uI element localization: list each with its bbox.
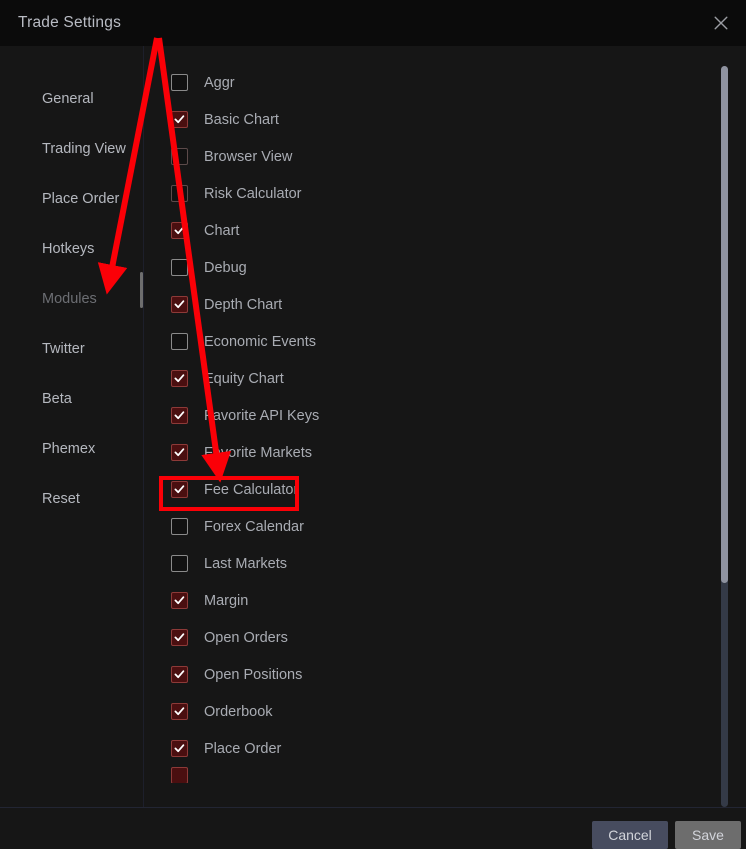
sidebar-item-label: Beta xyxy=(42,391,72,407)
module-row-last-markets[interactable]: Last Markets xyxy=(143,545,746,582)
module-row-margin[interactable]: Margin xyxy=(143,582,746,619)
module-row-chart[interactable]: Chart xyxy=(143,212,746,249)
module-row-depth-chart[interactable]: Depth Chart xyxy=(143,286,746,323)
sidebar-item-twitter[interactable]: Twitter xyxy=(0,324,143,374)
dialog-titlebar: Trade Settings xyxy=(0,0,746,46)
module-label: Depth Chart xyxy=(204,296,283,313)
module-row-favorite-markets[interactable]: Favorite Markets xyxy=(143,434,746,471)
dialog-title: Trade Settings xyxy=(18,14,122,31)
checkbox-checked-icon[interactable] xyxy=(171,481,188,498)
close-icon[interactable] xyxy=(706,8,736,38)
module-row-risk-calculator[interactable]: Risk Calculator xyxy=(143,175,746,212)
checkbox-checked-icon[interactable] xyxy=(171,444,188,461)
module-label: Equity Chart xyxy=(204,370,284,387)
module-row-equity-chart[interactable]: Equity Chart xyxy=(143,360,746,397)
modules-list: Aggr Basic Chart Browser View Risk Calculat… xyxy=(143,46,746,807)
checkbox-checked-icon[interactable] xyxy=(171,740,188,757)
sidebar-item-trading-view[interactable]: Trading View xyxy=(0,124,143,174)
module-row-open-orders[interactable]: Open Orders xyxy=(143,619,746,656)
sidebar-item-beta[interactable]: Beta xyxy=(0,374,143,424)
module-row-basic-chart[interactable]: Basic Chart xyxy=(143,101,746,138)
module-row-fee-calculator[interactable]: Fee Calculator xyxy=(143,471,746,508)
module-label: Open Positions xyxy=(204,666,303,683)
sidebar-item-label: Modules xyxy=(42,291,97,307)
module-label: Open Orders xyxy=(204,629,288,646)
sidebar-item-modules[interactable]: Modules xyxy=(0,274,143,324)
module-label: Forex Calendar xyxy=(204,518,304,535)
checkbox-checked-icon[interactable] xyxy=(171,370,188,387)
checkbox-checked-icon[interactable] xyxy=(171,592,188,609)
sidebar-item-place-order[interactable]: Place Order xyxy=(0,174,143,224)
module-label: Last Markets xyxy=(204,555,287,572)
sidebar-item-label: Trading View xyxy=(42,141,126,157)
sidebar-item-general[interactable]: General xyxy=(0,74,143,124)
modules-scrollbar-thumb[interactable] xyxy=(721,66,728,583)
sidebar-item-hotkeys[interactable]: Hotkeys xyxy=(0,224,143,274)
checkbox-checked-icon[interactable] xyxy=(171,767,188,783)
dialog-footer: Cancel Save xyxy=(0,808,746,849)
checkbox-checked-icon[interactable] xyxy=(171,407,188,424)
checkbox-unchecked-icon[interactable] xyxy=(171,74,188,91)
module-row-browser-view[interactable]: Browser View xyxy=(143,138,746,175)
module-label: Orderbook xyxy=(204,703,273,720)
save-button[interactable]: Save xyxy=(675,821,741,849)
sidebar-item-phemex[interactable]: Phemex xyxy=(0,424,143,474)
sidebar-item-label: General xyxy=(42,91,94,107)
dialog-body: General Trading View Place Order Hotkeys Mod… xyxy=(0,46,746,807)
sidebar-item-label: Phemex xyxy=(42,441,96,457)
module-row-place-order[interactable]: Place Order xyxy=(143,730,746,767)
module-label: Basic Chart xyxy=(204,111,279,128)
sidebar-item-label: Place Order xyxy=(42,191,120,207)
module-label: Economic Events xyxy=(204,333,317,350)
module-row-partial[interactable] xyxy=(143,767,746,783)
module-label: Margin xyxy=(204,592,249,609)
module-label: Chart xyxy=(204,222,240,239)
module-label: Browser View xyxy=(204,148,293,165)
module-row-orderbook[interactable]: Orderbook xyxy=(143,693,746,730)
module-label: Place Order xyxy=(204,740,282,757)
module-label: Debug xyxy=(204,259,247,276)
module-label: Fee Calculator xyxy=(204,481,299,498)
module-row-forex-calendar[interactable]: Forex Calendar xyxy=(143,508,746,545)
checkbox-checked-icon[interactable] xyxy=(171,666,188,683)
cancel-button[interactable]: Cancel xyxy=(592,821,668,849)
checkbox-unchecked-icon[interactable] xyxy=(171,259,188,276)
sidebar-item-label: Reset xyxy=(42,491,80,507)
checkbox-unchecked-icon[interactable] xyxy=(171,333,188,350)
checkbox-checked-icon[interactable] xyxy=(171,703,188,720)
sidebar-item-label: Twitter xyxy=(42,341,85,357)
module-label: Risk Calculator xyxy=(204,185,302,202)
checkbox-checked-icon[interactable] xyxy=(171,111,188,128)
checkbox-unchecked-icon[interactable] xyxy=(171,185,188,202)
module-row-aggr[interactable]: Aggr xyxy=(143,64,746,101)
checkbox-unchecked-icon[interactable] xyxy=(171,555,188,572)
checkbox-unchecked-icon[interactable] xyxy=(171,148,188,165)
module-row-favorite-api-keys[interactable]: Favorite API Keys xyxy=(143,397,746,434)
sidebar-item-label: Hotkeys xyxy=(42,241,95,257)
checkbox-unchecked-icon[interactable] xyxy=(171,518,188,535)
checkbox-checked-icon[interactable] xyxy=(171,222,188,239)
trade-settings-dialog: Trade Settings General Trading View Place … xyxy=(0,0,746,849)
module-row-economic-events[interactable]: Economic Events xyxy=(143,323,746,360)
module-row-debug[interactable]: Debug xyxy=(143,249,746,286)
checkbox-checked-icon[interactable] xyxy=(171,296,188,313)
sidebar-item-reset[interactable]: Reset xyxy=(0,474,143,524)
module-row-open-positions[interactable]: Open Positions xyxy=(143,656,746,693)
settings-sidebar: General Trading View Place Order Hotkeys Mod… xyxy=(0,46,143,807)
checkbox-checked-icon[interactable] xyxy=(171,629,188,646)
module-label: Favorite Markets xyxy=(204,444,312,461)
module-label: Aggr xyxy=(204,74,235,91)
module-label: Favorite API Keys xyxy=(204,407,320,424)
